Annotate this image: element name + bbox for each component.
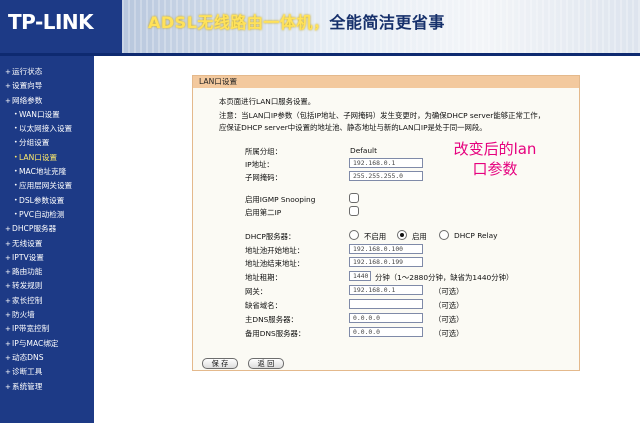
secondary-dns-optional: （可选）	[434, 329, 464, 338]
sidebar-item[interactable]: 诊断工具	[0, 365, 94, 380]
domain-input[interactable]	[349, 299, 423, 309]
dhcp-relay-label: DHCP Relay	[454, 231, 498, 240]
main-content: LAN口设置 本页面进行LAN口服务设置。 注意：当LAN口IP参数（包括IP地…	[94, 56, 640, 423]
banner-slogan-rest: 全能简洁更省事	[329, 13, 445, 32]
lease-time-input[interactable]: 1440	[349, 271, 371, 281]
banner-slogan: ADSL无线路由一体机，全能简洁更省事	[148, 9, 445, 33]
sidebar-item[interactable]: IP带宽控制	[0, 322, 94, 337]
note-text-line2: 应保证DHCP server中设置的地址池、静态地址与新的LAN口IP是处于同一…	[219, 123, 487, 132]
primary-dns-label: 主DNS服务器：	[245, 315, 298, 324]
banner-slogan-highlight: ADSL无线路由一体机，	[148, 13, 330, 32]
domain-label: 缺省域名：	[245, 301, 282, 310]
sidebar-item[interactable]: 动态DNS	[0, 351, 94, 366]
group-value: Default	[350, 146, 378, 155]
sidebar-item[interactable]: 防火墙	[0, 308, 94, 323]
primary-dns-optional: （可选）	[434, 315, 464, 324]
sidebar-item[interactable]: 运行状态	[0, 65, 94, 80]
tp-link-logo: TP-LINK	[8, 10, 94, 34]
subnet-mask-label: 子网掩码：	[245, 173, 282, 182]
dhcp-relay-radio[interactable]	[439, 230, 449, 240]
secondary-dns-label: 备用DNS服务器：	[245, 329, 306, 338]
sidebar-item[interactable]: 转发规则	[0, 279, 94, 294]
igmp-snooping-checkbox[interactable]	[349, 193, 359, 203]
second-ip-checkbox[interactable]	[349, 206, 359, 216]
sidebar-item[interactable]: 分组设置	[0, 136, 94, 151]
sidebar-item[interactable]: 家长控制	[0, 294, 94, 309]
primary-dns-input[interactable]: 0.0.0.0	[349, 313, 423, 323]
logo-area: TP-LINK	[0, 0, 122, 53]
back-button[interactable]: 返 回	[248, 358, 284, 369]
sidebar-item[interactable]: 以太网接入设置	[0, 122, 94, 137]
dhcp-enable-label: 启用	[412, 232, 427, 241]
panel-title: LAN口设置	[193, 76, 579, 88]
lease-time-label: 地址租期：	[245, 273, 282, 282]
panel-body: 本页面进行LAN口服务设置。 注意：当LAN口IP参数（包括IP地址、子网掩码）…	[193, 88, 579, 370]
sidebar-item[interactable]: 路由功能	[0, 265, 94, 280]
sidebar-item[interactable]: IPTV设置	[0, 251, 94, 266]
sidebar-item[interactable]: IP与MAC绑定	[0, 337, 94, 352]
banner: ADSL无线路由一体机，全能简洁更省事	[122, 0, 640, 53]
pool-end-input[interactable]: 192.168.0.199	[349, 257, 423, 267]
ip-address-label: IP地址：	[245, 160, 274, 169]
sidebar-item[interactable]: LAN口设置	[0, 151, 94, 166]
gateway-input[interactable]: 192.168.0.1	[349, 285, 423, 295]
sidebar-item[interactable]: 系统管理	[0, 380, 94, 395]
note-text-line1: 注意：当LAN口IP参数（包括IP地址、子网掩码）发生变更时，为确保DHCP s…	[219, 111, 546, 120]
ip-address-input[interactable]: 192.168.0.1	[349, 158, 423, 168]
sidebar-menu: 运行状态设置向导网络参数WAN口设置以太网接入设置分组设置LAN口设置MAC地址…	[0, 56, 94, 423]
dhcp-enable-radio[interactable]	[397, 230, 407, 240]
secondary-dns-input[interactable]: 0.0.0.0	[349, 327, 423, 337]
subnet-mask-input[interactable]: 255.255.255.0	[349, 171, 423, 181]
sidebar-item[interactable]: 无线设置	[0, 237, 94, 252]
sidebar-item[interactable]: DSL参数设置	[0, 194, 94, 209]
annotation-note: 改变后的lan 口参数	[445, 139, 545, 179]
pool-end-label: 地址池结束地址：	[245, 259, 305, 268]
intro-text: 本页面进行LAN口服务设置。	[219, 97, 316, 106]
annotation-line2: 口参数	[472, 160, 518, 178]
pool-start-input[interactable]: 192.168.0.100	[349, 244, 423, 254]
igmp-snooping-label: 启用IGMP Snooping	[245, 195, 316, 204]
lan-settings-panel: LAN口设置 本页面进行LAN口服务设置。 注意：当LAN口IP参数（包括IP地…	[192, 75, 580, 371]
second-ip-label: 启用第二IP	[245, 208, 282, 217]
sidebar-item[interactable]: 网络参数	[0, 94, 94, 109]
group-label: 所属分组：	[245, 147, 282, 156]
dhcp-disable-label: 不启用	[364, 232, 387, 241]
sidebar-item[interactable]: 应用层网关设置	[0, 179, 94, 194]
save-button[interactable]: 保 存	[202, 358, 238, 369]
sidebar-item[interactable]: MAC地址克隆	[0, 165, 94, 180]
header-bar: TP-LINK ADSL无线路由一体机，全能简洁更省事	[0, 0, 640, 53]
gateway-label: 网关：	[245, 287, 268, 296]
sidebar-item[interactable]: WAN口设置	[0, 108, 94, 123]
sidebar-item[interactable]: DHCP服务器	[0, 222, 94, 237]
sidebar-item[interactable]: 设置向导	[0, 79, 94, 94]
lease-time-hint: 分钟（1～2880分钟，缺省为1440分钟）	[375, 273, 514, 282]
domain-optional: （可选）	[434, 301, 464, 310]
dhcp-disable-radio[interactable]	[349, 230, 359, 240]
gateway-optional: （可选）	[434, 287, 464, 296]
sidebar-item[interactable]: PVC自动检测	[0, 208, 94, 223]
pool-start-label: 地址池开始地址：	[245, 246, 305, 255]
dhcp-server-label: DHCP服务器：	[245, 232, 296, 241]
annotation-line1: 改变后的lan	[453, 140, 537, 158]
